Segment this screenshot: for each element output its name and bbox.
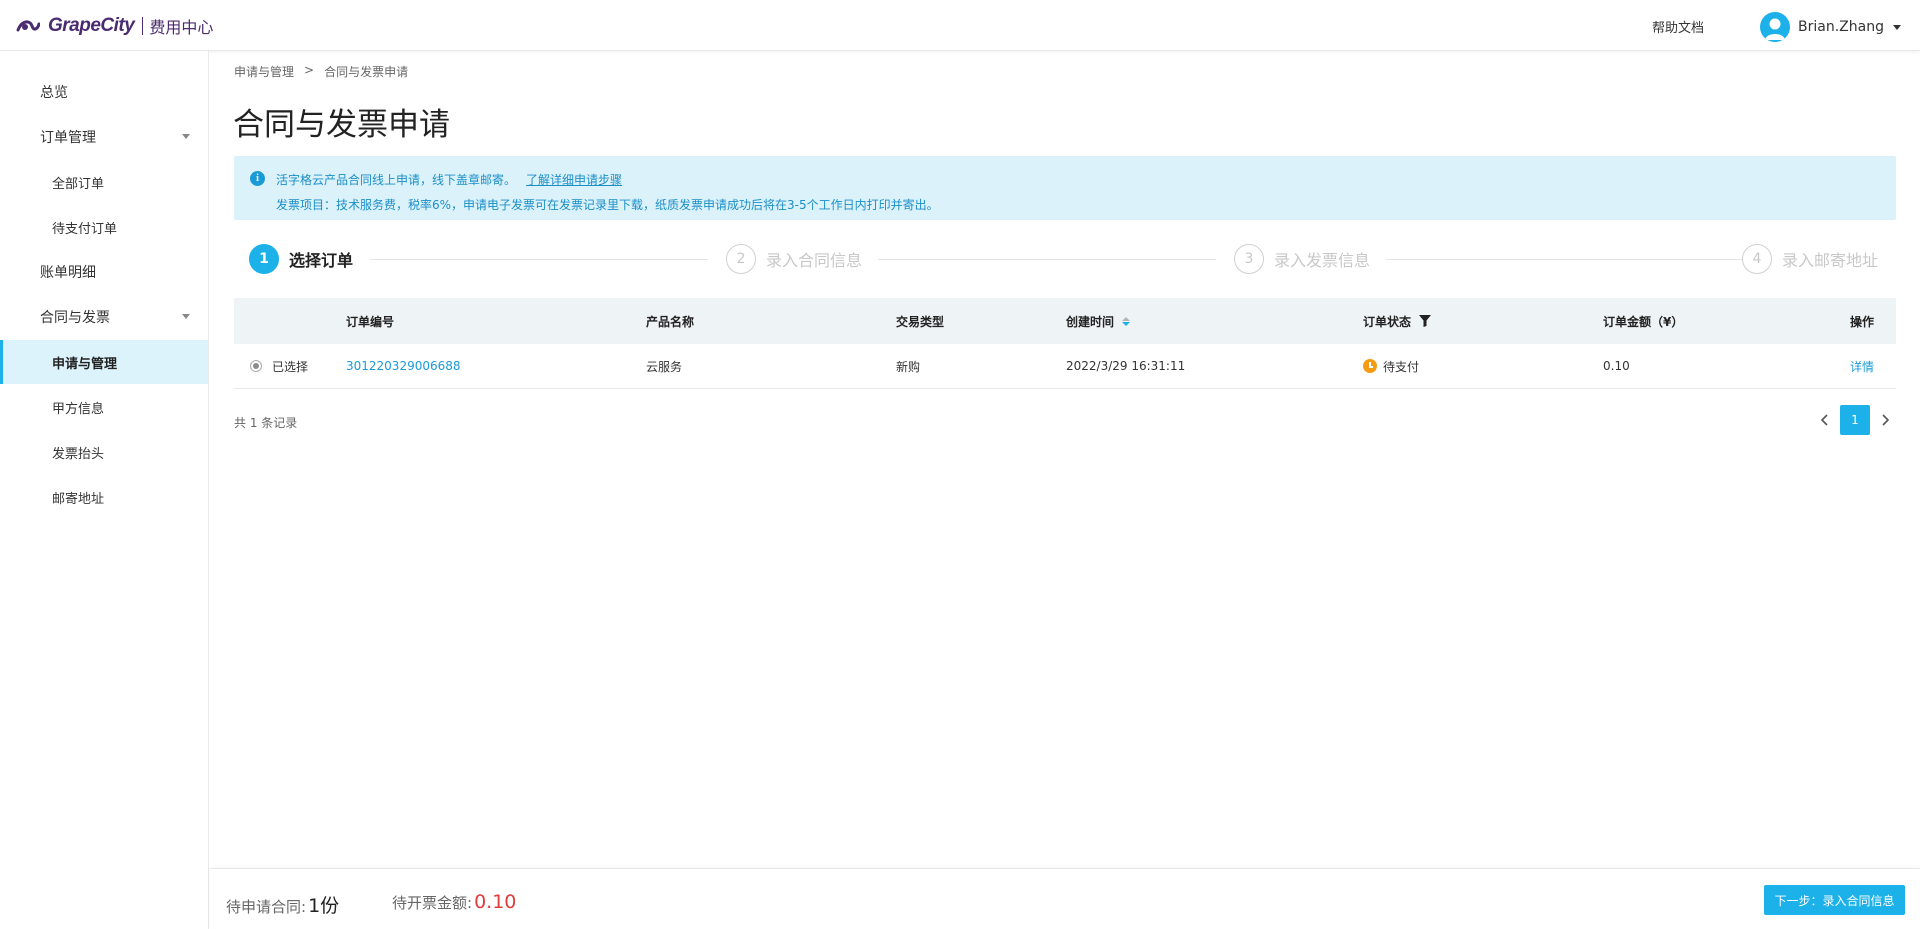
column-header-action: 操作 — [1850, 314, 1875, 329]
table-header: 订单编号 产品名称 交易类型 创建时间 订单状态 订单金额（¥） 操作 — [234, 298, 1896, 344]
chevron-down-icon — [1892, 24, 1901, 30]
sidebar-item-all-orders[interactable]: 全部订单 — [0, 160, 208, 204]
column-header-label: 创建时间 — [1066, 314, 1115, 329]
step-label: 录入发票信息 — [1274, 251, 1371, 270]
step-connector — [878, 259, 1216, 260]
chevron-down-icon — [182, 134, 190, 139]
logo[interactable]: GrapeCity 费用中心 — [16, 14, 213, 38]
user-name: Brian.Zhang — [1798, 19, 1884, 35]
status-cell: 待支付 — [1363, 344, 1419, 388]
next-step-button[interactable]: 下一步：录入合同信息 — [1764, 885, 1905, 915]
column-header-amount: 订单金额（¥） — [1603, 314, 1684, 329]
step-contract-info: 2 录入合同信息 — [726, 244, 875, 274]
created-time-cell: 2022/3/29 16:31:11 — [1066, 359, 1186, 373]
pending-contract-value: 1份 — [308, 895, 340, 917]
step-select-order: 1 选择订单 — [249, 244, 353, 274]
step-invoice-info: 3 录入发票信息 — [1234, 244, 1383, 274]
orders-table: 订单编号 产品名称 交易类型 创建时间 订单状态 订单金额（¥） 操作 已选择 … — [234, 298, 1896, 389]
detail-link[interactable]: 详情 — [1850, 344, 1874, 388]
clock-icon — [1363, 359, 1377, 373]
step-connector — [370, 259, 708, 260]
notice-text-line2: 发票项目：技术服务费，税率6%，申请电子发票可在发票记录里下载，纸质发票申请成功… — [276, 198, 939, 212]
column-header-status[interactable]: 订单状态 — [1363, 298, 1432, 344]
breadcrumb: 申请与管理 > 合同与发票申请 — [234, 63, 408, 80]
pending-invoice-summary: 待开票金额: 0.10 — [392, 891, 516, 913]
step-label: 录入合同信息 — [766, 251, 863, 270]
order-number-link[interactable]: 301220329006688 — [346, 344, 461, 388]
step-label: 选择订单 — [289, 251, 354, 270]
chevron-right-icon[interactable] — [1878, 405, 1892, 435]
page-button-current[interactable]: 1 — [1840, 405, 1870, 435]
pending-invoice-label: 待开票金额: — [392, 894, 473, 912]
column-header-trade-type: 交易类型 — [896, 314, 945, 329]
apply-steps-link[interactable]: 了解详细申请步骤 — [526, 171, 622, 188]
sidebar-item-overview[interactable]: 总览 — [0, 70, 208, 114]
user-menu[interactable]: Brian.Zhang — [1760, 12, 1901, 42]
chevron-left-icon[interactable] — [1818, 405, 1832, 435]
step-number: 3 — [1234, 244, 1264, 274]
sort-icon[interactable] — [1122, 316, 1131, 326]
status-label: 待支付 — [1383, 359, 1420, 374]
sidebar-item-mailing-address[interactable]: 邮寄地址 — [0, 475, 208, 519]
sidebar-item-label: 总览 — [40, 85, 68, 101]
breadcrumb-separator: > — [304, 63, 315, 77]
sidebar-item-bill-details[interactable]: 账单明细 — [0, 250, 208, 294]
step-number: 4 — [1742, 244, 1772, 274]
pending-invoice-value: 0.10 — [474, 891, 517, 913]
column-header-created[interactable]: 创建时间 — [1066, 298, 1131, 344]
user-avatar-icon — [1760, 12, 1790, 42]
sidebar-item-order-management[interactable]: 订单管理 — [0, 115, 208, 159]
page-title: 合同与发票申请 — [233, 107, 450, 143]
info-notice: i 活字格云产品合同线上申请，线下盖章邮寄。 了解详细申请步骤 发票项目：技术服… — [234, 156, 1896, 220]
trade-type-cell: 新购 — [896, 359, 921, 374]
info-icon: i — [250, 171, 265, 186]
column-header-product: 产品名称 — [646, 314, 695, 329]
row-select-label: 已选择 — [272, 359, 309, 374]
sidebar-item-label: 合同与发票 — [40, 310, 110, 326]
bottom-action-bar: 待申请合同: 1份 待开票金额: 0.10 下一步：录入合同信息 — [210, 868, 1920, 929]
logo-brand: GrapeCity — [48, 15, 135, 36]
sidebar-item-label: 订单管理 — [40, 130, 96, 146]
step-label: 录入邮寄地址 — [1782, 251, 1879, 270]
sidebar-item-invoice-title[interactable]: 发票抬头 — [0, 430, 208, 474]
sidebar: 总览 订单管理 全部订单 待支付订单 账单明细 合同与发票 申请与管理 甲方信息… — [0, 51, 209, 929]
sidebar-item-label: 邮寄地址 — [52, 491, 105, 507]
filter-icon[interactable] — [1419, 315, 1432, 327]
sidebar-item-contract-invoice[interactable]: 合同与发票 — [0, 295, 208, 339]
radio-button[interactable] — [250, 360, 262, 372]
product-name-cell: 云服务 — [646, 359, 683, 374]
sidebar-item-pending-orders[interactable]: 待支付订单 — [0, 205, 208, 249]
logo-subtitle: 费用中心 — [149, 18, 214, 37]
chevron-down-icon — [182, 314, 190, 319]
pending-contract-summary: 待申请合同: 1份 — [226, 891, 339, 918]
column-header-label: 订单状态 — [1363, 314, 1412, 329]
sidebar-item-label: 甲方信息 — [52, 401, 105, 417]
sidebar-item-label: 待支付订单 — [52, 221, 118, 237]
step-connector — [1386, 259, 1744, 260]
breadcrumb-item-apply-manage[interactable]: 申请与管理 — [234, 63, 294, 80]
breadcrumb-item-current: 合同与发票申请 — [324, 65, 409, 79]
sidebar-item-label: 全部订单 — [52, 176, 105, 192]
sidebar-item-label: 申请与管理 — [52, 356, 118, 372]
sidebar-item-label: 账单明细 — [40, 265, 96, 281]
step-number: 1 — [249, 244, 279, 274]
help-docs-link[interactable]: 帮助文档 — [1652, 17, 1704, 36]
notice-text-line1: 活字格云产品合同线上申请，线下盖章邮寄。 — [276, 173, 517, 187]
pending-contract-label: 待申请合同: — [226, 898, 307, 916]
record-count: 共 1 条记录 — [234, 416, 298, 430]
top-header: GrapeCity 费用中心 帮助文档 Brian.Zhang — [0, 0, 1920, 51]
column-header-order-no: 订单编号 — [346, 314, 395, 329]
row-select[interactable]: 已选择 — [250, 344, 308, 388]
sidebar-item-party-a-info[interactable]: 甲方信息 — [0, 385, 208, 429]
sidebar-item-apply-manage[interactable]: 申请与管理 — [0, 340, 208, 384]
sidebar-item-label: 发票抬头 — [52, 446, 105, 462]
step-mailing-address: 4 录入邮寄地址 — [1742, 244, 1879, 274]
pagination: 1 — [1818, 405, 1892, 435]
logo-divider — [142, 17, 144, 35]
amount-cell: 0.10 — [1603, 359, 1630, 373]
step-number: 2 — [726, 244, 756, 274]
grapecity-logo-icon — [16, 20, 40, 32]
table-row[interactable]: 已选择 301220329006688 云服务 新购 2022/3/29 16:… — [234, 344, 1896, 389]
